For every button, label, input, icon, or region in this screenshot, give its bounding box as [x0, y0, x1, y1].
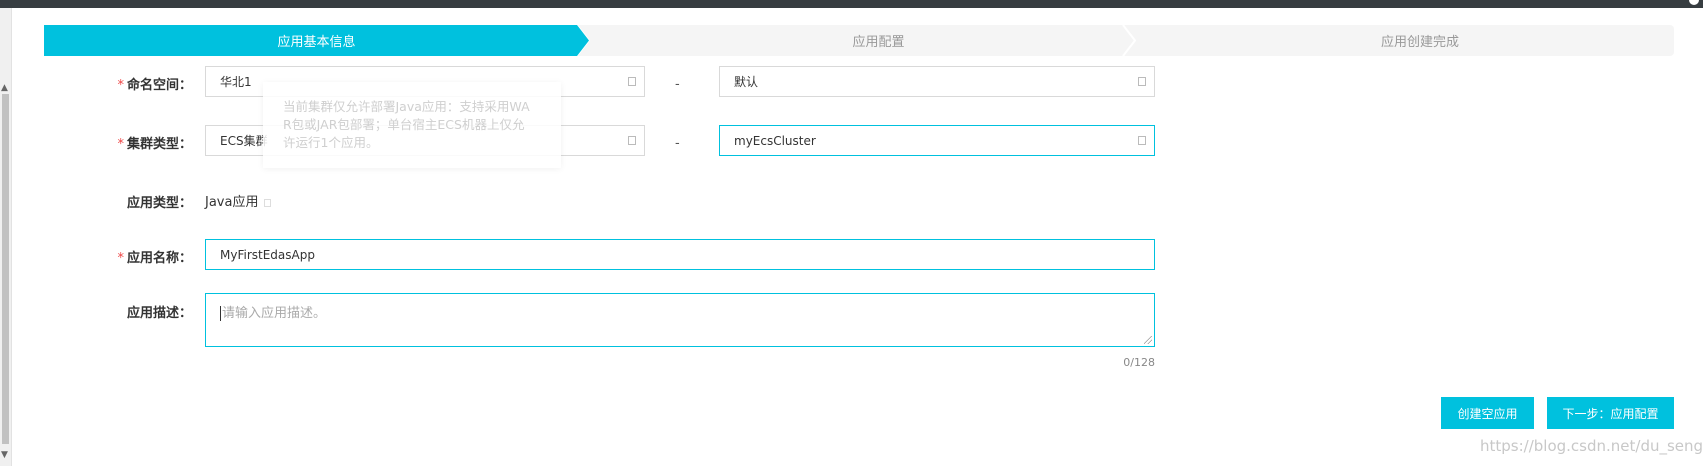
watermark: https://blog.csdn.net/du_senge	[1480, 437, 1703, 455]
dropdown-icon	[1138, 136, 1146, 145]
scroll-down-icon[interactable]: ▼	[1, 450, 8, 460]
app-name-value: MyFirstEdasApp	[220, 247, 315, 262]
step-progress-bar: 应用基本信息 应用配置 应用创建完成	[44, 25, 1674, 56]
cluster-value: myEcsCluster	[734, 133, 816, 148]
step-basic-info: 应用基本信息	[44, 25, 589, 56]
next-step-button[interactable]: 下一步：应用配置	[1547, 397, 1674, 429]
step-app-config: 应用配置	[578, 25, 1179, 56]
dropdown-icon	[628, 136, 636, 145]
text-cursor	[220, 306, 221, 321]
browser-top-bar	[0, 0, 1703, 8]
step-divider-icon	[1122, 25, 1136, 56]
step-label: 应用基本信息	[277, 35, 356, 50]
tooltip-line: 许运行1个应用。	[283, 135, 379, 150]
help-icon[interactable]	[264, 198, 272, 207]
cluster-select[interactable]: myEcsCluster	[719, 125, 1155, 156]
required-mark: *	[117, 78, 124, 93]
dash-separator: -	[675, 77, 680, 92]
left-scrollbar[interactable]: ▲ ▼	[0, 8, 12, 466]
step-label: 应用创建完成	[1380, 35, 1459, 50]
app-desc-textarea[interactable]: 请输入应用描述。	[205, 293, 1155, 347]
app-type-label: 应用类型：	[82, 192, 192, 211]
java-app-tooltip: 当前集群仅允许部署Java应用：支持采用WA R包或JAR包部署；单台宿主ECS…	[263, 82, 561, 168]
label-text: 集群类型：	[126, 137, 192, 152]
tooltip-line: R包或JAR包部署；单台宿主ECS机器上仅允	[283, 117, 525, 132]
cluster-type-value: ECS集群	[220, 134, 268, 148]
label-text: 应用名称：	[126, 251, 192, 266]
step-app-created: 应用创建完成	[1166, 25, 1674, 56]
namespace-label: * 命名空间：	[82, 74, 192, 93]
step-label: 应用配置	[852, 35, 905, 50]
app-name-label: * 应用名称：	[82, 247, 192, 266]
app-type-text: Java应用	[205, 195, 259, 210]
namespace-value: 默认	[734, 75, 759, 89]
label-text: 应用描述：	[126, 306, 192, 321]
scrollbar-thumb[interactable]	[2, 94, 9, 444]
dropdown-icon	[1138, 77, 1146, 86]
app-desc-label: 应用描述：	[82, 302, 192, 321]
cluster-type-label: * 集群类型：	[82, 133, 192, 152]
app-type-value: Java应用	[205, 191, 272, 210]
dropdown-icon	[628, 77, 636, 86]
create-empty-app-button[interactable]: 创建空应用	[1441, 397, 1534, 429]
required-mark: *	[117, 251, 124, 266]
required-mark: *	[117, 137, 124, 152]
region-value: 华北1	[220, 75, 252, 89]
app-name-input[interactable]: MyFirstEdasApp	[205, 239, 1155, 270]
scroll-up-icon[interactable]: ▲	[1, 83, 8, 93]
resize-handle-icon[interactable]	[1144, 336, 1152, 344]
label-text: 命名空间：	[126, 78, 192, 93]
app-desc-placeholder: 请输入应用描述。	[222, 306, 327, 321]
char-counter: 0/128	[1123, 356, 1155, 369]
dash-separator: -	[675, 136, 680, 151]
label-text: 应用类型：	[126, 196, 192, 211]
namespace-select[interactable]: 默认	[719, 66, 1155, 97]
tooltip-line: 当前集群仅允许部署Java应用：支持采用WA	[283, 99, 530, 114]
